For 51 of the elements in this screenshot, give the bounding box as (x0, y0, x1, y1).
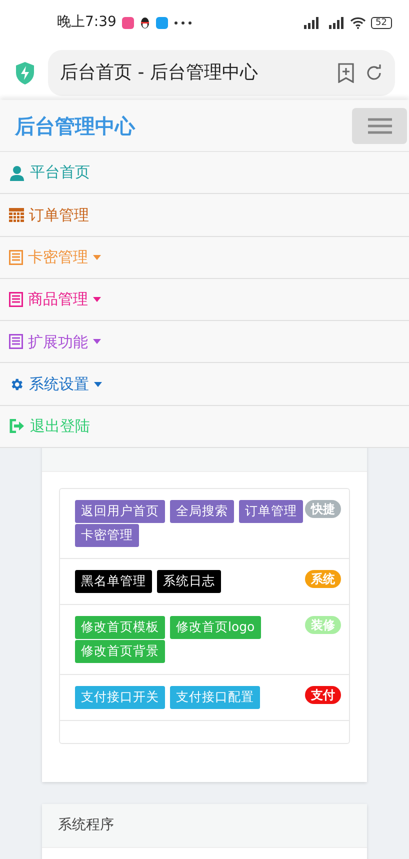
list-icon (9, 334, 23, 350)
menu-toggle[interactable] (352, 108, 407, 144)
menu-label: 商品管理 (28, 289, 88, 310)
menu-label: 卡密管理 (28, 246, 88, 268)
shield-icon (14, 60, 36, 84)
menu-item[interactable]: 订单管理 (0, 194, 409, 237)
card-title: 系统程序 (58, 816, 114, 835)
function-button[interactable]: 返回用户首页 (75, 500, 165, 523)
address-bar[interactable]: 后台首页 - 后台管理中心 (48, 50, 395, 96)
user-icon (9, 164, 25, 181)
function-button[interactable]: 修改首页背景 (75, 640, 165, 663)
list-icon (9, 292, 23, 308)
function-button[interactable]: 黑名单管理 (75, 570, 152, 593)
menu-label: 扩展功能 (28, 332, 88, 353)
app-icon (122, 16, 134, 28)
menu-item[interactable]: 系统设置 (0, 363, 409, 406)
refresh-icon[interactable] (365, 64, 383, 82)
menu-label: 订单管理 (29, 204, 89, 226)
calendar-icon (9, 207, 24, 222)
category-badge: 装修 (305, 616, 341, 634)
menu-item[interactable]: 扩展功能 (0, 321, 409, 364)
function-button[interactable]: 修改首页模板 (75, 616, 165, 639)
wifi-icon (350, 16, 366, 28)
penguin-icon (140, 16, 150, 28)
menu-icon (368, 118, 392, 134)
brand-title[interactable]: 后台管理中心 (15, 110, 135, 140)
list-icon (9, 250, 23, 265)
function-button[interactable]: 修改首页logo (170, 616, 261, 639)
menu-label: 系统设置 (29, 374, 89, 395)
function-button[interactable]: 支付接口开关 (75, 686, 165, 709)
page-title: 后台首页 - 后台管理中心 (60, 61, 259, 85)
bookmark-add-icon[interactable] (337, 62, 355, 82)
menu-item[interactable]: 平台首页 (0, 152, 409, 194)
logout-icon (9, 419, 25, 434)
menu-label: 退出登陆 (30, 416, 90, 438)
category-badge: 支付 (305, 686, 341, 704)
function-button[interactable]: 系统日志 (157, 570, 221, 593)
function-button[interactable]: 支付接口配置 (170, 686, 260, 709)
more-icon (174, 20, 192, 24)
app-icon (156, 16, 168, 28)
battery-indicator: 52 (370, 16, 392, 28)
menu-item[interactable]: 卡密管理 (0, 236, 409, 279)
function-button[interactable]: 订单管理 (239, 500, 303, 523)
menu-label: 平台首页 (30, 162, 90, 184)
function-button[interactable]: 全局搜索 (170, 500, 234, 523)
category-badge: 系统 (305, 570, 341, 588)
status-time: 晚上7:39 (57, 13, 116, 32)
category-badge: 快捷 (305, 500, 341, 518)
menu-item[interactable]: 商品管理 (0, 278, 409, 322)
settings-icon (9, 376, 24, 392)
function-button[interactable]: 卡密管理 (75, 524, 139, 547)
